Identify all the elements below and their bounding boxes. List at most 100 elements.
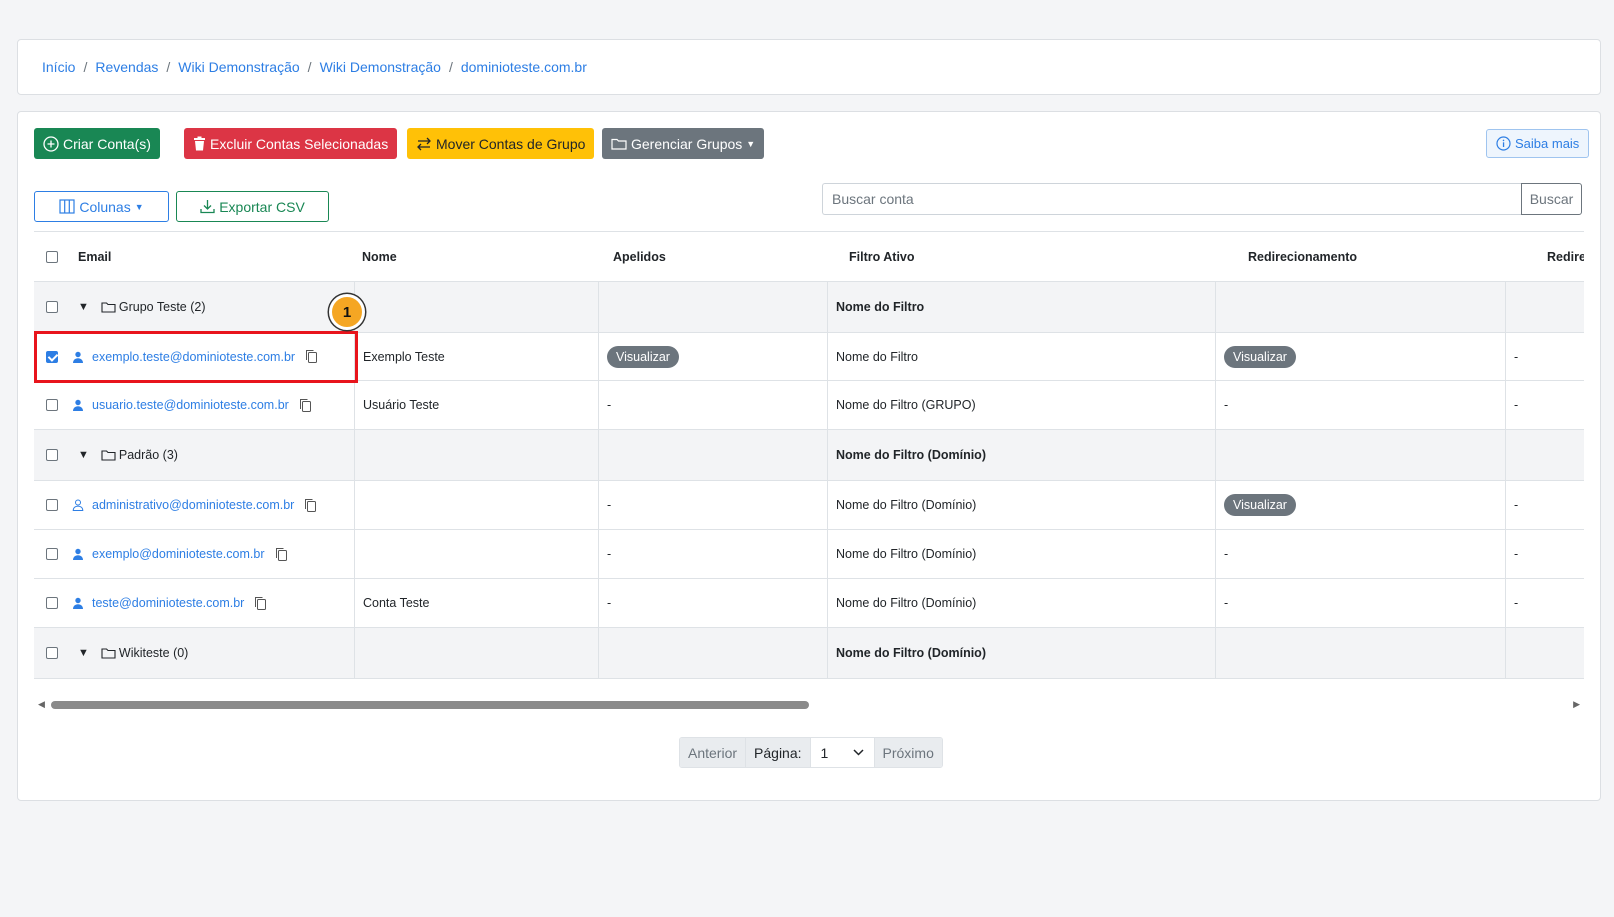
search-group: Buscar: [822, 183, 1582, 215]
row-checkbox[interactable]: [46, 597, 58, 609]
group-label: Grupo Teste (2): [118, 300, 206, 314]
scroll-left-icon[interactable]: ◀: [38, 699, 45, 710]
email-link[interactable]: usuario.teste@dominioteste.com.br: [92, 398, 289, 412]
search-input[interactable]: [822, 183, 1521, 215]
breadcrumb-separator: /: [83, 59, 88, 75]
scrollbar-thumb[interactable]: [51, 701, 809, 709]
caret-down-icon[interactable]: ▼: [78, 449, 89, 461]
export-csv-button[interactable]: Exportar CSV: [176, 191, 329, 222]
redirect-cell: -: [1215, 381, 1228, 429]
header-redirecionamento[interactable]: Redirecionamento: [1240, 232, 1357, 281]
page-select[interactable]: 1: [810, 738, 875, 767]
filter-cell: Nome do Filtro: [827, 282, 924, 332]
header-redirec[interactable]: Redirec: [1539, 232, 1584, 281]
breadcrumb-revendas[interactable]: Revendas: [95, 59, 158, 75]
breadcrumb-wiki-demo-1[interactable]: Wiki Demonstração: [178, 59, 299, 75]
table-row[interactable]: usuario.teste@dominioteste.com.br Usuári…: [34, 381, 1584, 430]
name-cell: Conta Teste: [354, 579, 429, 627]
pagination: Anterior Página: 1 Próximo: [679, 737, 943, 768]
user-icon: [73, 548, 83, 560]
redirect-cell: -: [1215, 579, 1228, 627]
name-cell: [354, 530, 363, 578]
redirect-cell: -: [1215, 530, 1228, 578]
table-row[interactable]: exemplo@dominioteste.com.br - Nome do Fi…: [34, 530, 1584, 579]
group-label: Padrão (3): [118, 448, 178, 462]
header-apelidos[interactable]: Apelidos: [605, 232, 666, 281]
filter-cell: Nome do Filtro (Domínio): [827, 530, 976, 578]
prev-page-button[interactable]: Anterior: [680, 738, 747, 767]
manage-groups-dropdown[interactable]: Gerenciar Grupos ▼: [602, 128, 765, 159]
email-link[interactable]: teste@dominioteste.com.br: [92, 596, 244, 610]
group-row[interactable]: ▼ Wikiteste (0) Nome do Filtro (Domínio): [34, 628, 1584, 679]
row-checkbox[interactable]: [46, 647, 58, 659]
copy-icon[interactable]: [299, 398, 311, 412]
name-cell: [354, 481, 363, 529]
learn-more-button[interactable]: Saiba mais: [1486, 129, 1590, 158]
filter-cell: Nome do Filtro (GRUPO): [827, 381, 976, 429]
chevron-down-icon: ▼: [746, 138, 756, 149]
header-filtro-ativo[interactable]: Filtro Ativo: [841, 232, 915, 281]
redirect-view-button[interactable]: Visualizar: [1224, 494, 1296, 516]
swap-arrows-icon: [417, 137, 431, 150]
table-row[interactable]: teste@dominioteste.com.br Conta Teste - …: [34, 579, 1584, 628]
next-page-button[interactable]: Próximo: [874, 738, 942, 767]
redirect2-cell: -: [1505, 579, 1518, 627]
group-row[interactable]: ▼ Padrão (3) Nome do Filtro (Domínio): [34, 430, 1584, 481]
delete-selected-button[interactable]: Excluir Contas Selecionadas: [184, 128, 398, 159]
manage-groups-label: Gerenciar Grupos: [631, 135, 743, 152]
group-row[interactable]: ▼ Grupo Teste (2) Nome do Filtro: [34, 282, 1584, 333]
email-link[interactable]: exemplo@dominioteste.com.br: [92, 547, 265, 561]
export-csv-label: Exportar CSV: [219, 198, 305, 215]
redirect2-cell: -: [1505, 333, 1518, 380]
columns-label: Colunas: [79, 198, 131, 215]
selection-highlight-box: [34, 331, 358, 383]
copy-icon[interactable]: [305, 498, 317, 512]
create-account-button[interactable]: Criar Conta(s): [34, 128, 160, 159]
breadcrumb-wiki-demo-2[interactable]: Wiki Demonstração: [320, 59, 441, 75]
copy-icon[interactable]: [255, 596, 267, 610]
filter-cell: Nome do Filtro (Domínio): [827, 628, 986, 678]
search-button[interactable]: Buscar: [1521, 183, 1582, 215]
chevron-down-icon: ▼: [134, 201, 144, 212]
header-email[interactable]: Email: [70, 232, 111, 281]
move-group-button[interactable]: Mover Contas de Grupo: [407, 128, 595, 159]
row-checkbox[interactable]: [46, 301, 58, 313]
folder-icon: [611, 138, 627, 150]
learn-more-label: Saiba mais: [1515, 136, 1580, 151]
breadcrumb-separator: /: [448, 59, 453, 75]
page-label: Página:: [746, 738, 811, 767]
trash-icon: [194, 136, 205, 151]
breadcrumb-inicio[interactable]: Início: [42, 59, 75, 75]
email-link[interactable]: administrativo@dominioteste.com.br: [92, 498, 294, 512]
row-checkbox[interactable]: [46, 449, 58, 461]
filter-cell: Nome do Filtro (Domínio): [827, 481, 976, 529]
user-icon: [73, 597, 83, 609]
step-badge: 1: [329, 294, 365, 330]
table-row[interactable]: administrativo@dominioteste.com.br - Nom…: [34, 481, 1584, 530]
header-nome[interactable]: Nome: [354, 232, 397, 281]
redirect2-cell: -: [1505, 530, 1518, 578]
redirect-view-button[interactable]: Visualizar: [1224, 345, 1296, 368]
caret-down-icon[interactable]: ▼: [78, 647, 89, 659]
chevron-down-icon: [852, 749, 864, 756]
breadcrumb-domain[interactable]: dominioteste.com.br: [461, 59, 587, 75]
folder-icon: [101, 648, 116, 659]
filter-cell: Nome do Filtro: [827, 333, 918, 380]
horizontal-scrollbar[interactable]: ◀ ▶: [34, 698, 1584, 712]
caret-down-icon[interactable]: ▼: [78, 301, 89, 313]
row-checkbox[interactable]: [46, 499, 58, 511]
accounts-card: Criar Conta(s) Excluir Contas Selecionad…: [17, 111, 1601, 801]
aliases-view-button[interactable]: Visualizar: [607, 345, 679, 368]
plus-circle-icon: [43, 135, 59, 152]
row-checkbox[interactable]: [46, 399, 58, 411]
scroll-right-icon[interactable]: ▶: [1573, 699, 1580, 710]
columns-dropdown[interactable]: Colunas ▼: [34, 191, 169, 222]
filter-cell: Nome do Filtro (Domínio): [827, 579, 976, 627]
move-group-label: Mover Contas de Grupo: [436, 135, 586, 152]
table-header: Email Nome Apelidos Filtro Ativo Redirec…: [34, 232, 1584, 282]
select-all-checkbox[interactable]: [46, 250, 58, 263]
breadcrumb-card: Início / Revendas / Wiki Demonstração / …: [17, 39, 1601, 95]
copy-icon[interactable]: [275, 547, 287, 561]
row-checkbox[interactable]: [46, 548, 58, 560]
info-icon: [1496, 136, 1511, 151]
